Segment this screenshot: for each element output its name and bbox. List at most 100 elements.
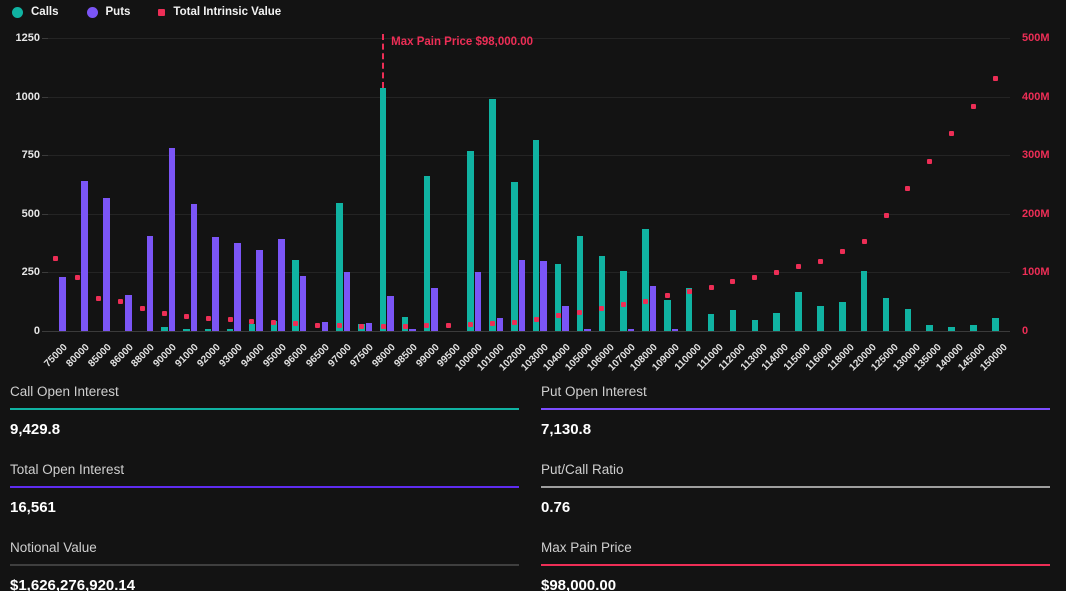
- bar-puts-96500[interactable]: [322, 322, 329, 331]
- dot-intrinsic-104000[interactable]: [556, 313, 561, 318]
- dot-intrinsic-112000[interactable]: [730, 279, 735, 284]
- bar-calls-120000[interactable]: [861, 271, 868, 331]
- dot-intrinsic-118000[interactable]: [840, 249, 845, 254]
- bar-calls-92000[interactable]: [205, 329, 212, 331]
- dot-intrinsic-113000[interactable]: [752, 275, 757, 280]
- bar-calls-103000[interactable]: [533, 140, 540, 331]
- dot-intrinsic-97500[interactable]: [359, 324, 364, 329]
- dot-intrinsic-103000[interactable]: [534, 317, 539, 322]
- dot-intrinsic-94000[interactable]: [249, 319, 254, 324]
- dot-intrinsic-93000[interactable]: [228, 317, 233, 322]
- dot-intrinsic-95000[interactable]: [271, 320, 276, 325]
- bar-puts-96000[interactable]: [300, 276, 307, 331]
- dot-intrinsic-130000[interactable]: [905, 186, 910, 191]
- bar-calls-101000[interactable]: [489, 99, 496, 331]
- dot-intrinsic-101000[interactable]: [490, 321, 495, 326]
- bar-calls-135000[interactable]: [926, 325, 933, 331]
- dot-intrinsic-99000[interactable]: [424, 323, 429, 328]
- bar-calls-100000[interactable]: [467, 151, 474, 331]
- bar-puts-109000[interactable]: [672, 329, 679, 331]
- bar-puts-90000[interactable]: [169, 148, 176, 331]
- bar-calls-114000[interactable]: [773, 313, 780, 331]
- dot-intrinsic-80000[interactable]: [75, 275, 80, 280]
- bar-calls-106000[interactable]: [599, 256, 606, 331]
- bar-calls-130000[interactable]: [905, 309, 912, 331]
- bar-calls-109000[interactable]: [664, 300, 671, 331]
- dot-intrinsic-96500[interactable]: [315, 323, 320, 328]
- bar-calls-107000[interactable]: [620, 271, 627, 331]
- dot-intrinsic-125000[interactable]: [884, 213, 889, 218]
- bar-puts-91000[interactable]: [191, 204, 198, 331]
- dot-intrinsic-99500[interactable]: [446, 323, 451, 328]
- dot-intrinsic-98000[interactable]: [381, 324, 386, 329]
- bar-calls-113000[interactable]: [752, 320, 759, 331]
- bar-puts-97000[interactable]: [344, 272, 351, 331]
- bar-puts-100000[interactable]: [475, 272, 482, 331]
- bar-calls-91000[interactable]: [183, 329, 190, 331]
- bar-calls-90000[interactable]: [161, 327, 168, 331]
- bar-puts-107000[interactable]: [628, 329, 635, 331]
- dot-intrinsic-98500[interactable]: [403, 324, 408, 329]
- bar-puts-101000[interactable]: [497, 318, 504, 331]
- bar-puts-104000[interactable]: [562, 306, 569, 331]
- bar-puts-88000[interactable]: [147, 236, 154, 331]
- dot-intrinsic-115000[interactable]: [796, 264, 801, 269]
- bar-calls-115000[interactable]: [795, 292, 802, 331]
- bar-puts-86000[interactable]: [125, 295, 132, 331]
- bar-puts-95000[interactable]: [278, 239, 285, 331]
- dot-intrinsic-114000[interactable]: [774, 270, 779, 275]
- dot-intrinsic-105000[interactable]: [577, 310, 582, 315]
- bar-calls-118000[interactable]: [839, 302, 846, 331]
- bar-calls-111000[interactable]: [708, 314, 715, 331]
- dot-intrinsic-145000[interactable]: [971, 104, 976, 109]
- dot-intrinsic-150000[interactable]: [993, 76, 998, 81]
- bar-puts-103000[interactable]: [540, 261, 547, 331]
- bar-calls-96000[interactable]: [292, 260, 299, 331]
- bar-calls-98000[interactable]: [380, 88, 387, 331]
- dot-intrinsic-86000[interactable]: [118, 299, 123, 304]
- dot-intrinsic-88000[interactable]: [140, 306, 145, 311]
- bar-puts-105000[interactable]: [584, 329, 591, 331]
- dot-intrinsic-96000[interactable]: [293, 321, 298, 326]
- bar-puts-99000[interactable]: [431, 288, 438, 331]
- dot-intrinsic-109000[interactable]: [665, 293, 670, 298]
- bar-calls-140000[interactable]: [948, 327, 955, 331]
- bar-puts-93000[interactable]: [234, 243, 241, 331]
- bar-puts-85000[interactable]: [103, 198, 110, 331]
- dot-intrinsic-107000[interactable]: [621, 302, 626, 307]
- dot-intrinsic-108000[interactable]: [643, 299, 648, 304]
- dot-intrinsic-97000[interactable]: [337, 323, 342, 328]
- dot-intrinsic-90000[interactable]: [162, 311, 167, 316]
- bar-calls-104000[interactable]: [555, 264, 562, 331]
- bar-puts-92000[interactable]: [212, 237, 219, 331]
- bar-calls-94000[interactable]: [249, 324, 256, 331]
- bar-calls-102000[interactable]: [511, 182, 518, 331]
- bar-calls-108000[interactable]: [642, 229, 649, 331]
- dot-intrinsic-106000[interactable]: [599, 306, 604, 311]
- bar-calls-150000[interactable]: [992, 318, 999, 331]
- dot-intrinsic-85000[interactable]: [96, 296, 101, 301]
- bar-calls-116000[interactable]: [817, 306, 824, 331]
- dot-intrinsic-92000[interactable]: [206, 316, 211, 321]
- dot-intrinsic-116000[interactable]: [818, 259, 823, 264]
- bar-puts-75000[interactable]: [59, 277, 66, 331]
- dot-intrinsic-120000[interactable]: [862, 239, 867, 244]
- dot-intrinsic-91000[interactable]: [184, 314, 189, 319]
- dot-intrinsic-111000[interactable]: [709, 285, 714, 290]
- bar-calls-110000[interactable]: [686, 288, 693, 331]
- bar-calls-145000[interactable]: [970, 325, 977, 331]
- bar-puts-94000[interactable]: [256, 250, 263, 331]
- bar-calls-105000[interactable]: [577, 236, 584, 331]
- dot-intrinsic-75000[interactable]: [53, 256, 58, 261]
- dot-intrinsic-100000[interactable]: [468, 322, 473, 327]
- bar-calls-97000[interactable]: [336, 203, 343, 331]
- bar-puts-97500[interactable]: [366, 323, 373, 331]
- dot-intrinsic-140000[interactable]: [949, 131, 954, 136]
- bar-puts-108000[interactable]: [650, 286, 657, 331]
- bar-calls-99000[interactable]: [424, 176, 431, 331]
- bar-puts-98000[interactable]: [387, 296, 394, 331]
- dot-intrinsic-135000[interactable]: [927, 159, 932, 164]
- bar-puts-80000[interactable]: [81, 181, 88, 331]
- dot-intrinsic-102000[interactable]: [512, 320, 517, 325]
- bar-calls-125000[interactable]: [883, 298, 890, 331]
